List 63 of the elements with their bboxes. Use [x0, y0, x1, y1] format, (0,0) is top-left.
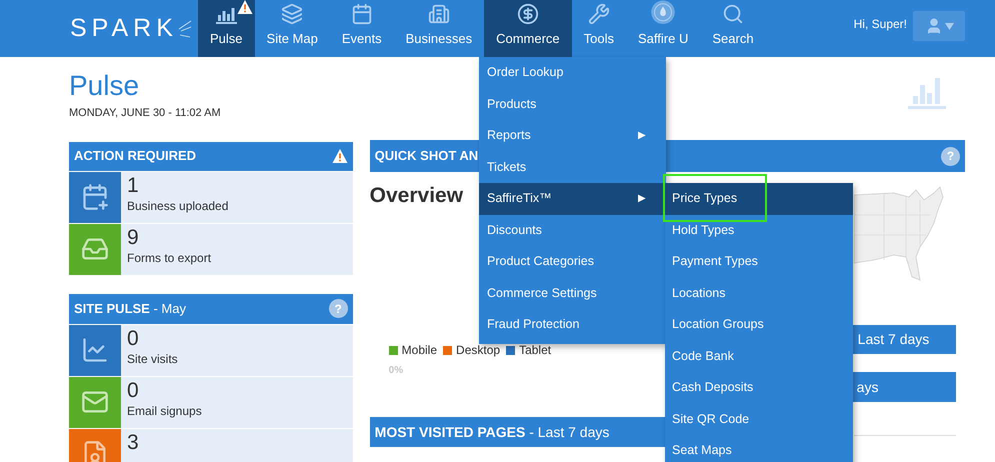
nav-tab[interactable]: Saffire U	[626, 0, 700, 57]
count: 0	[127, 378, 140, 402]
layers-icon	[281, 2, 304, 24]
panel-title: ACTION REQUIRED	[74, 147, 196, 166]
menu-item[interactable]: SaffireTix™ ▶	[479, 183, 666, 214]
dollar-icon	[516, 2, 539, 24]
menu-item[interactable]: Cash Deposits	[665, 372, 853, 404]
line-chart-icon	[81, 336, 109, 364]
menu-item[interactable]: Location Groups	[665, 309, 853, 340]
date-text: MONDAY, JUNE 30 - 11:02 AM	[69, 106, 222, 121]
user-menu-button[interactable]	[913, 11, 965, 41]
panel-title: SITE PULSE - May	[74, 300, 186, 318]
nav-tab[interactable]: Search	[700, 0, 766, 57]
logo[interactable]: SPARK	[70, 16, 178, 41]
menu-item[interactable]: Fraud Protection	[479, 309, 666, 340]
menu-item[interactable]: Payment Types	[665, 246, 853, 278]
page-title: Pulse	[69, 69, 140, 103]
row-label: Email signups	[127, 402, 202, 418]
greeting: Hi, Super!	[854, 16, 907, 33]
menu-item[interactable]: Tickets	[479, 152, 666, 183]
row-label: Forms to export	[127, 250, 212, 266]
bar-chart-icon	[908, 77, 946, 109]
row-label: Site visits	[127, 350, 178, 366]
legend-label: Tablet	[519, 343, 552, 357]
caret-icon	[944, 22, 954, 30]
search-icon	[722, 2, 744, 24]
menu-item[interactable]: Commerce Settings	[479, 278, 666, 309]
menu-item[interactable]: Products	[479, 88, 666, 120]
legend-label: Desktop	[456, 343, 500, 357]
nav-tab[interactable]: Businesses	[394, 0, 484, 57]
count: 1	[127, 174, 140, 198]
panel-title: QUICK SHOT AN	[374, 147, 478, 166]
building-icon	[428, 2, 450, 24]
count: 9	[127, 226, 140, 250]
warning-icon	[236, 0, 253, 15]
nav-tab[interactable]: Commerce	[484, 0, 572, 57]
legend-label: Mobile	[402, 343, 438, 357]
seal-icon	[650, 0, 676, 24]
menu-item[interactable]: Reports ▶	[479, 120, 666, 152]
menu-item[interactable]: Site QR Code	[665, 404, 853, 435]
panel-title: ays	[856, 378, 878, 397]
nav-tab[interactable]: Events	[330, 0, 394, 57]
panel-title: Last 7 days	[858, 330, 930, 349]
menu-item[interactable]: Price Types	[665, 183, 853, 214]
warning-icon	[332, 148, 348, 164]
menu-item[interactable]: Seat Maps	[665, 435, 853, 462]
nav-tab[interactable]: Site Map	[254, 0, 330, 57]
calendar-plus-icon	[81, 183, 109, 211]
wrench-icon	[588, 2, 610, 24]
menu-item[interactable]: Locations	[665, 278, 853, 309]
row-label: Business uploaded	[127, 198, 228, 214]
menu-item[interactable]: Order Lookup	[479, 57, 666, 88]
count: 3	[127, 430, 139, 454]
panel-title: MOST VISITED PAGES - Last 7 days	[374, 422, 610, 442]
sparkle-icon	[178, 18, 192, 38]
nav-tab[interactable]: Pulse	[198, 0, 255, 57]
count: 0	[127, 326, 140, 350]
calendar-icon	[350, 2, 373, 24]
menu-item[interactable]: Discounts	[479, 214, 666, 246]
menu-item[interactable]: Code Bank	[665, 340, 853, 372]
menu-item[interactable]: Product Categories	[479, 246, 666, 278]
overview-heading: Overview	[370, 184, 464, 208]
nav-tab[interactable]: Tools	[572, 0, 626, 57]
